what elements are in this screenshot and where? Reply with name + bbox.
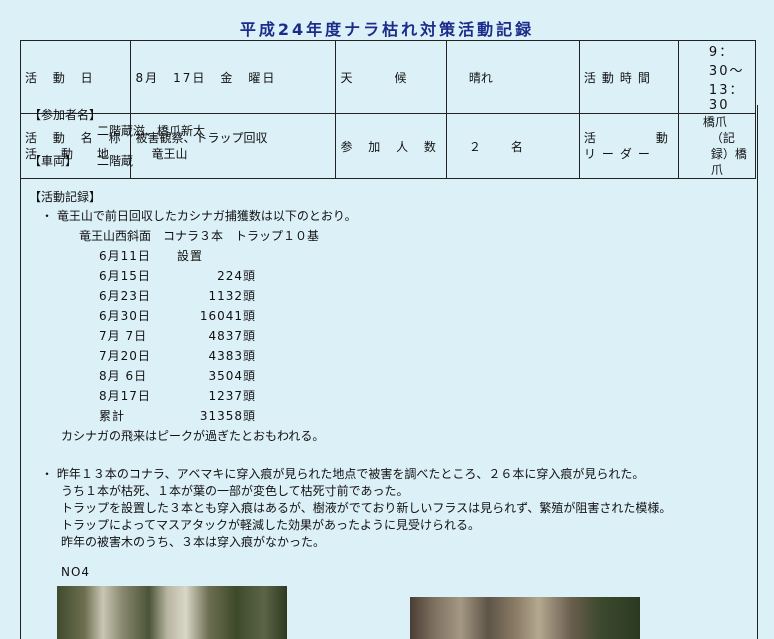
record-unit: 頭 [243,349,257,363]
record-subtitle: 竜王山西斜面 コナラ３本 トラップ１０基 [79,229,320,243]
record-date: 8月 6日 [99,369,148,383]
record-date: 7月 7日 [99,329,148,343]
record-count: 設置 [177,249,204,263]
record-row: 8月17日 1237頭 [99,388,256,408]
record-date: 6月11日 [99,249,151,263]
record-count: 16041 [199,309,243,323]
record-row: 6月15日 224頭 [99,268,256,288]
record-row: 7月 7日 4837頭 [99,328,256,348]
record-row: 6月30日 16041頭 [99,308,256,328]
record-date: 累計 [99,409,126,423]
record-count: 4383 [208,349,243,363]
record-date: 8月17日 [99,389,151,403]
weather-label: 天 候 [335,40,447,114]
record-count: 1132 [208,289,243,303]
record-row: 7月20日 4383頭 [99,348,256,368]
record-unit: 頭 [243,269,257,283]
record-unit: 頭 [243,289,257,303]
record-unit: 頭 [243,369,257,383]
record-date: 6月30日 [99,309,151,323]
record-count: 1237 [208,389,243,403]
observation-line-4: トラップによってマスアタックが軽減した効果があったように見受けられる。 [61,518,481,532]
record-count: 3504 [208,369,243,383]
observation-line-1: ・ 昨年１３本のコナラ、アベマキに穿入痕が見られた地点で被害を調べたところ、２６… [41,467,645,481]
observation-line-2: うち１本が枯死、１本が葉の一部が変色して枯死寸前であった。 [61,484,409,498]
observation-line-3: トラップを設置した３本とも穿入痕はあるが、樹液がでており新しいフラスは見られず、… [61,501,672,515]
record-header: 【活動記録】 [29,190,102,204]
record-count: 224 [217,269,243,283]
page-title: 平成24年度ナラ枯れ対策活動記録 [239,20,535,39]
forest-photo-2 [410,597,640,639]
record-unit: 頭 [243,389,257,403]
page: 平成24年度ナラ枯れ対策活動記録 活 動 日 8月 17日 金 曜日 天 候 晴… [0,0,774,639]
record-count: 31358 [199,409,243,423]
record-unit: 頭 [243,309,257,323]
record-date: 6月15日 [99,269,151,283]
record-date: 6月23日 [99,289,151,303]
record-intro: ・ 竜王山で前日回収したカシナガ捕獲数は以下のとおり。 [41,209,357,223]
time-value: 9：30〜13：30 [677,40,757,114]
record-unit: 頭 [243,329,257,343]
record-unit: 頭 [243,409,257,423]
weather-value: 晴れ [445,40,580,114]
date-value: 8月 17日 金 曜日 [130,40,337,114]
record-row: 累計 31358頭 [99,408,256,428]
vehicle-value: 二階蔵 [97,154,134,168]
participants-header: 【参加者名】 [29,108,102,122]
forest-photo-1 [57,586,287,639]
observation-line-5: 昨年の被害木のうち、３本は穿入痕がなかった。 [61,535,326,549]
record-date: 7月20日 [99,349,151,363]
time-label: 活動時間 [578,40,679,114]
record-row: 6月11日 設置 [99,248,256,268]
record-row: 8月 6日 3504頭 [99,368,256,388]
date-label: 活 動 日 [19,40,132,114]
vehicle-header: 【車両】 [29,154,78,168]
record-count: 4837 [208,329,243,343]
photo-label: NO4 [61,565,91,579]
capture-record-list: 6月11日 設置 6月15日 224頭 6月23日 1132頭 6月30日 16041頭 7月 … [99,248,256,428]
record-note: カシナガの飛来はピークが過ぎたとおもわれる。 [61,429,325,443]
info-row-1: 活 動 日 8月 17日 金 曜日 天 候 晴れ 活動時間 9：30〜13：30 [19,40,757,114]
participants-list: 二階蔵滋、橋爪新太 [97,124,206,138]
report-body: 【参加者名】 二階蔵滋、橋爪新太 【車両】 二階蔵 【活動記録】 ・ 竜王山で前… [20,105,758,639]
record-row: 6月23日 1132頭 [99,288,256,308]
